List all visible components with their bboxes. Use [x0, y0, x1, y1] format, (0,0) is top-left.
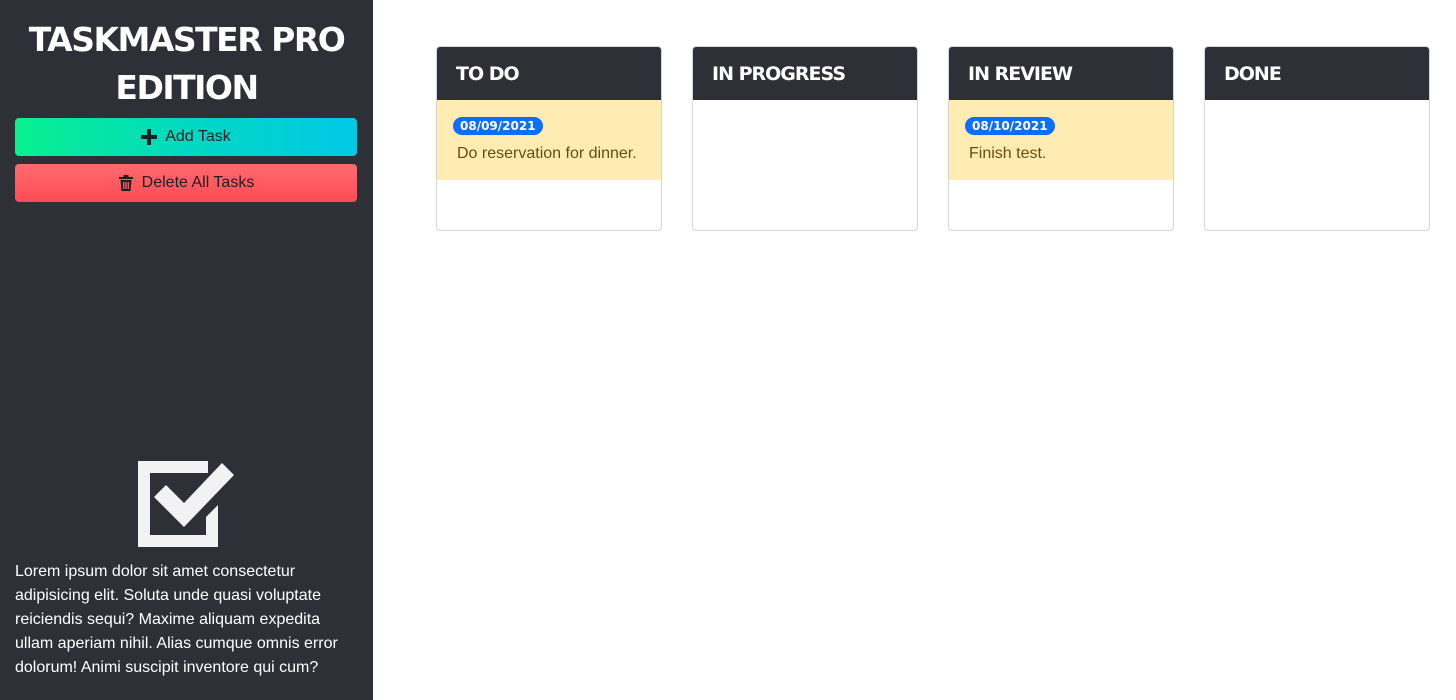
column-todo: TO DO 08/09/2021 Do reservation for dinn… [436, 46, 662, 231]
task-card[interactable]: 08/09/2021 Do reservation for dinner. [437, 100, 661, 180]
add-task-button[interactable]: Add Task [15, 118, 357, 156]
column-header: IN REVIEW [949, 47, 1173, 100]
column-header: TO DO [437, 47, 661, 100]
delete-all-tasks-label: Delete All Tasks [141, 174, 255, 191]
task-text: Finish test. [969, 145, 1047, 162]
date-badge: 08/09/2021 [453, 117, 543, 135]
app-title-line1: TASKMASTER PRO [28, 20, 346, 59]
plus-icon [141, 129, 158, 145]
trash-icon [118, 175, 134, 191]
column-in-progress: IN PROGRESS [692, 46, 918, 231]
sidebar-description: Lorem ipsum dolor sit amet consectetur a… [15, 563, 338, 676]
app-title-line2: EDITION [115, 68, 259, 107]
column-done: DONE [1204, 46, 1430, 231]
app-title: TASKMASTER PRO EDITION [0, 16, 373, 112]
checkbox-icon [136, 459, 236, 549]
task-card[interactable]: 08/10/2021 Finish test. [949, 100, 1173, 180]
column-in-review: IN REVIEW 08/10/2021 Finish test. [948, 46, 1174, 231]
sidebar: TASKMASTER PRO EDITION Add Task Delete A… [0, 0, 373, 700]
task-text: Do reservation for dinner. [457, 145, 637, 162]
add-task-label: Add Task [165, 128, 231, 145]
date-badge: 08/10/2021 [965, 117, 1055, 135]
column-header: IN PROGRESS [693, 47, 917, 100]
column-header: DONE [1205, 47, 1429, 100]
delete-all-tasks-button[interactable]: Delete All Tasks [15, 164, 357, 202]
